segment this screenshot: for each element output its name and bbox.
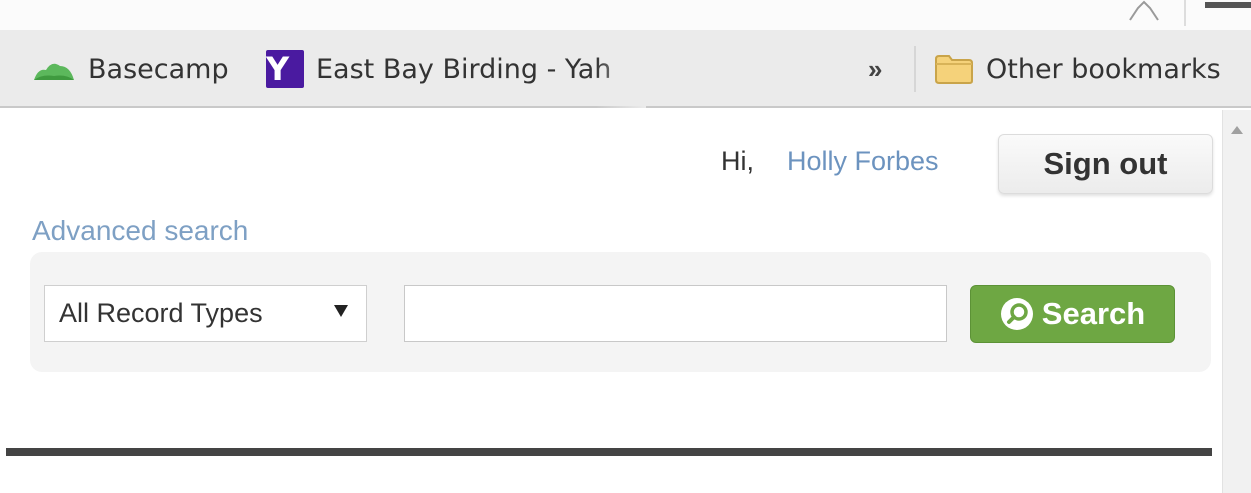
search-button[interactable]: Search <box>970 285 1175 343</box>
yahoo-icon: Y <box>266 50 304 88</box>
bookmarks-divider <box>914 46 916 92</box>
bookmark-basecamp[interactable]: Basecamp <box>32 30 229 108</box>
folder-icon <box>935 55 973 84</box>
browser-top-strip <box>0 0 1251 30</box>
toolbar-divider <box>1184 0 1186 26</box>
bookmark-label: Basecamp <box>88 53 229 85</box>
sign-out-button[interactable]: Sign out <box>998 134 1213 194</box>
horizontal-divider <box>6 448 1212 456</box>
record-type-select[interactable]: All Record Types <box>44 285 367 342</box>
bookmark-other-bookmarks[interactable]: Other bookmarks <box>934 30 1221 108</box>
user-name-link[interactable]: Holly Forbes <box>787 146 939 177</box>
menu-icon[interactable] <box>1205 0 1251 12</box>
basecamp-icon <box>34 63 74 80</box>
bookmark-star-icon[interactable] <box>1124 0 1164 22</box>
bookmark-label: Other bookmarks <box>986 53 1221 85</box>
bookmark-east-bay-birding[interactable]: Y East Bay Birding - Yah <box>266 30 646 108</box>
bookmarks-overflow-chevron-icon[interactable]: » <box>868 30 882 108</box>
scroll-up-arrow-icon[interactable] <box>1231 126 1243 134</box>
dropdown-caret-icon <box>334 305 348 317</box>
greeting-text: Hi, <box>721 146 754 176</box>
search-button-label: Search <box>1041 296 1146 331</box>
record-type-selected-value: All Record Types <box>59 298 263 328</box>
bookmarks-bar: Basecamp Y East Bay Birding - Yah » Othe… <box>0 30 1251 108</box>
vertical-scrollbar[interactable] <box>1222 110 1251 493</box>
search-icon <box>1000 298 1033 330</box>
search-input[interactable] <box>404 285 947 342</box>
bookmark-label: East Bay Birding - Yah <box>316 53 612 85</box>
advanced-search-link[interactable]: Advanced search <box>32 215 248 247</box>
